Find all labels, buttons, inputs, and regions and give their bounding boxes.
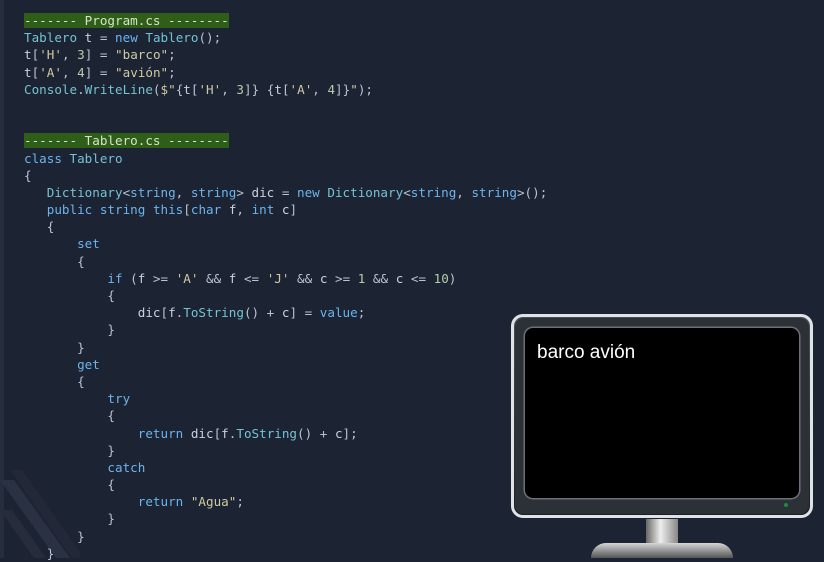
code-line: } bbox=[46, 545, 55, 561]
code-line: class Tablero bbox=[24, 150, 123, 166]
code-line: } bbox=[77, 528, 85, 544]
code-line: catch bbox=[107, 459, 146, 475]
code-line: { bbox=[46, 219, 55, 235]
code-line: Console.WriteLine($"{t['H', 3]} {t['A', … bbox=[24, 81, 373, 97]
code-line: } bbox=[107, 511, 115, 527]
console-screen: barco avión bbox=[525, 328, 799, 498]
monitor-neck bbox=[646, 519, 678, 543]
code-line: { bbox=[107, 408, 115, 424]
code-line: { bbox=[77, 373, 85, 389]
power-led-icon bbox=[784, 503, 788, 507]
code-line: public string this[char f, int c] bbox=[46, 202, 298, 218]
monitor-base bbox=[591, 543, 733, 558]
code-line: t['A', 4] = "avión"; bbox=[24, 64, 176, 80]
console-output: barco avión bbox=[537, 342, 636, 363]
code-line: { bbox=[107, 288, 115, 303]
code-line: { bbox=[24, 167, 32, 183]
code-line: } bbox=[107, 442, 115, 458]
code-line: set bbox=[77, 236, 100, 252]
code-line: ------- Program.cs -------- bbox=[24, 12, 547, 29]
code-line: Tablero t = new Tablero(); bbox=[24, 30, 222, 46]
tablero-file-header: ------- Tablero.cs -------- bbox=[24, 133, 229, 149]
monitor-bezel: barco avión bbox=[511, 314, 813, 518]
code-line: } bbox=[107, 322, 115, 338]
code-line: try bbox=[107, 391, 131, 407]
code-line: get bbox=[77, 356, 100, 372]
code-line: t['H', 3] = "barco"; bbox=[24, 47, 176, 63]
code-line: return "Agua"; bbox=[137, 494, 244, 510]
code-line: return dic[f.ToString() + c]; bbox=[137, 425, 358, 441]
monitor-icon: barco avión bbox=[511, 314, 813, 558]
code-line: dic[f.ToString() + c] = value; bbox=[137, 305, 366, 321]
code-line: ------- Tablero.cs -------- bbox=[24, 132, 547, 149]
program-file-header: ------- Program.cs -------- bbox=[24, 13, 229, 28]
code-listing: ------- Program.cs -------- Tablero t = … bbox=[24, 12, 547, 562]
code-line: { bbox=[77, 253, 85, 269]
code-line: if (f >= 'A' && f <= 'J' && c >= 1 && c … bbox=[107, 270, 457, 286]
code-line: { bbox=[107, 477, 115, 493]
code-line: } bbox=[77, 339, 85, 355]
code-line: Dictionary<string, string> dic = new Dic… bbox=[46, 184, 548, 200]
